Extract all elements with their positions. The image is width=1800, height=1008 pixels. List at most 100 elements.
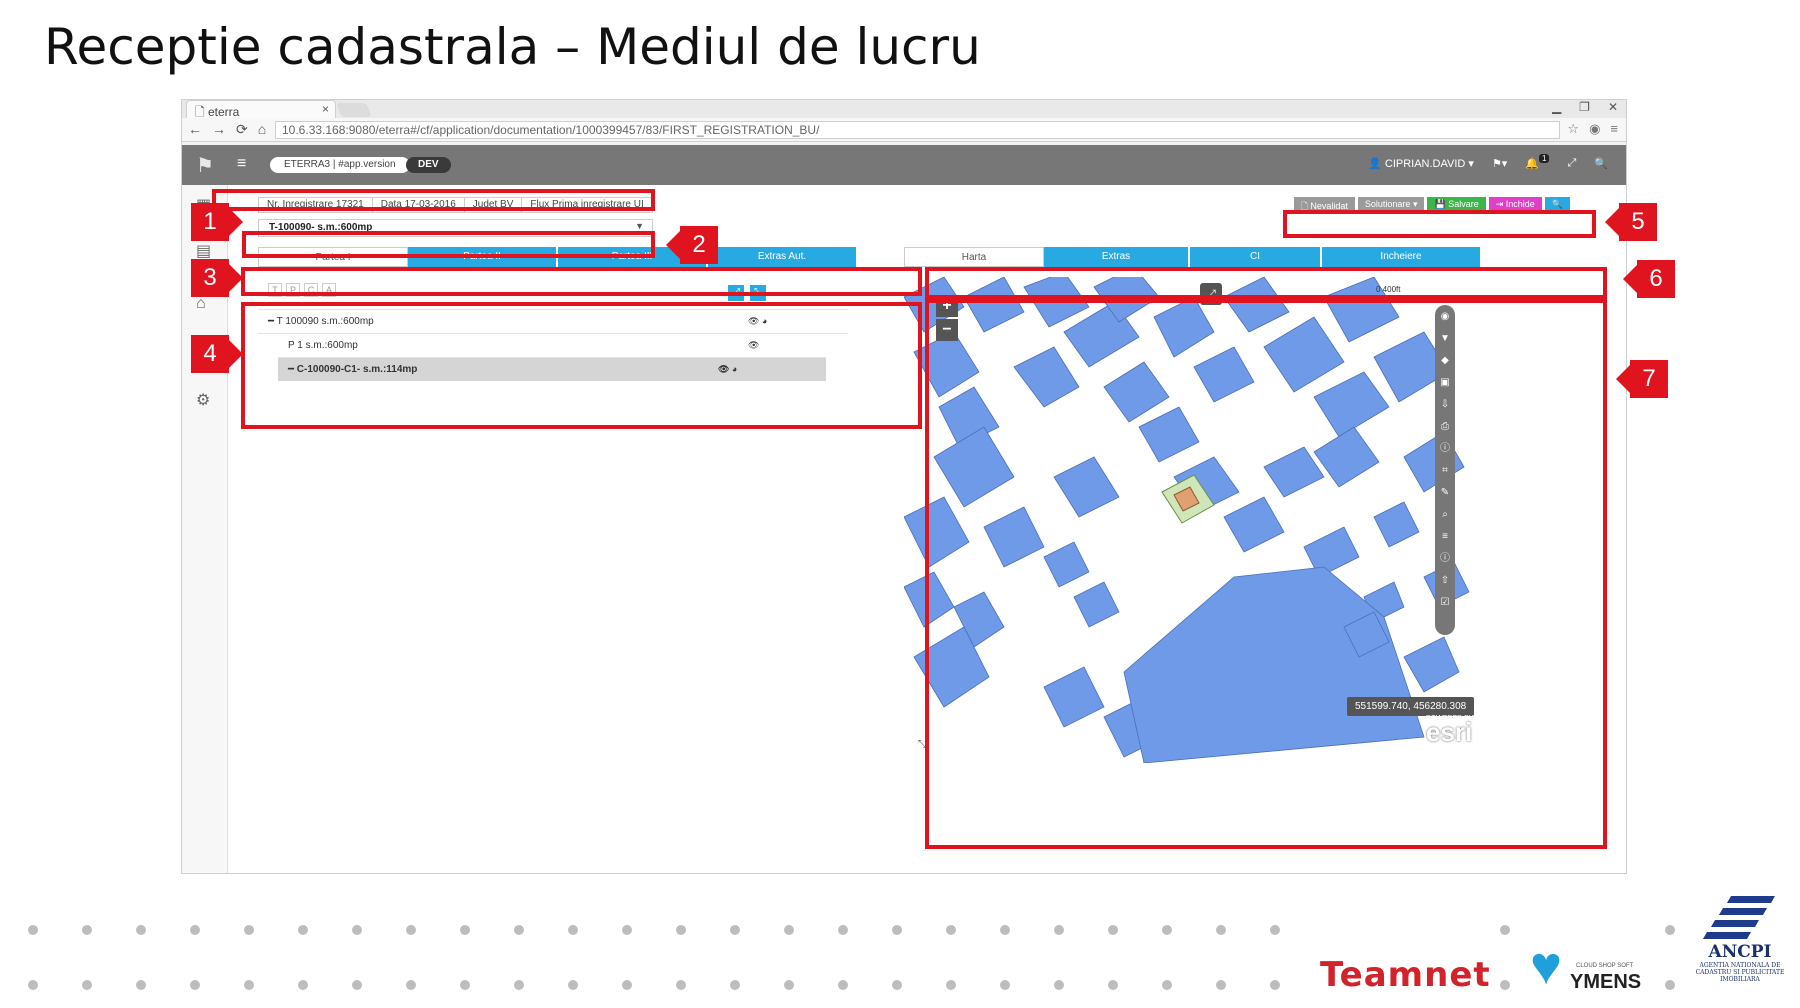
header-search-icon[interactable]: 🔍	[1594, 157, 1608, 170]
decorative-dot	[622, 980, 632, 990]
decorative-dot	[784, 925, 794, 935]
decorative-dot	[28, 980, 38, 990]
forward-icon[interactable]: →	[212, 121, 226, 138]
user-menu[interactable]: 👤 CIPRIAN.DAVID ▾	[1368, 157, 1474, 170]
tab-page-icon: 🗋	[195, 105, 208, 119]
tab-incheiere[interactable]: Incheiere	[1322, 247, 1482, 267]
new-tab-button[interactable]	[336, 103, 372, 117]
dev-badge: DEV	[406, 157, 451, 173]
browser-menu-icon[interactable]: ≡	[1610, 121, 1618, 137]
rail-grid-icon[interactable]: ▤	[196, 241, 211, 261]
url-input[interactable]: 10.6.33.168:9080/eterra#/cf/application/…	[275, 121, 1560, 139]
decorative-dot	[190, 925, 200, 935]
decorative-dot	[82, 925, 92, 935]
ymens-name: YMENS	[1570, 971, 1642, 993]
close-window-button[interactable]: ✕	[1608, 100, 1618, 114]
notifications-bell-icon[interactable]: 🔔 1	[1525, 154, 1550, 170]
decorative-dot	[82, 980, 92, 990]
decorative-dot	[298, 980, 308, 990]
decorative-dot	[568, 980, 578, 990]
decorative-dot	[460, 925, 470, 935]
callout-5: 5	[1605, 203, 1657, 241]
ancpi-name: ANCPI	[1708, 942, 1772, 962]
expand-icon[interactable]: ⤢	[1567, 157, 1576, 170]
tab-title: eterra	[207, 105, 240, 119]
notification-count: 1	[1539, 154, 1550, 163]
callout-4: 4	[191, 335, 243, 373]
browser-tabbar: 🗋 eterra × ▁ ❐ ✕	[182, 100, 1626, 119]
decorative-dot	[514, 925, 524, 935]
language-flag-icon[interactable]: ⚑▾	[1492, 157, 1507, 170]
annotation-box-1	[212, 189, 655, 211]
decorative-dot	[352, 980, 362, 990]
app-logo-icon[interactable]: ⚑	[196, 153, 214, 178]
annotation-box-6	[925, 267, 1607, 299]
browser-tab[interactable]: 🗋 eterra ×	[186, 100, 336, 119]
decorative-dot	[622, 925, 632, 935]
ancpi-subtitle: AGENTIA NATIONALA DE CADASTRU SI PUBLICI…	[1695, 962, 1785, 983]
callout-1: 1	[191, 203, 243, 241]
callout-6: 6	[1623, 260, 1675, 298]
ymens-heart-icon: ♥	[1530, 936, 1563, 996]
annotation-box-7	[925, 299, 1607, 849]
decorative-dot	[730, 980, 740, 990]
decorative-dot	[568, 925, 578, 935]
tab-extras[interactable]: Extras	[1044, 247, 1190, 267]
decorative-dot	[838, 980, 848, 990]
decorative-dot	[946, 980, 956, 990]
back-icon[interactable]: ←	[188, 121, 202, 138]
decorative-dot	[892, 980, 902, 990]
decorative-dot	[352, 925, 362, 935]
decorative-dot	[298, 925, 308, 935]
view-tabs: Harta Extras CI Incheiere	[904, 247, 1504, 267]
annotation-box-4	[241, 302, 922, 429]
decorative-dot	[1000, 980, 1010, 990]
decorative-dots-row-1	[28, 925, 1675, 935]
slide-title: Receptie cadastrala – Mediul de lucru	[44, 18, 981, 76]
decorative-dot	[892, 925, 902, 935]
decorative-dot	[244, 980, 254, 990]
decorative-dots-row-2	[28, 980, 1675, 990]
decorative-dot	[784, 980, 794, 990]
decorative-dot	[244, 925, 254, 935]
home-icon[interactable]: ⌂	[258, 121, 266, 138]
tab-ci[interactable]: CI	[1190, 247, 1322, 267]
decorative-dot	[1000, 925, 1010, 935]
tab-harta[interactable]: Harta	[904, 247, 1044, 267]
teamnet-logo: Teamnet	[1320, 955, 1491, 995]
annotation-box-2	[242, 231, 655, 258]
bookmark-star-icon[interactable]: ☆	[1567, 121, 1579, 137]
decorative-dot	[1216, 925, 1226, 935]
decorative-dot	[28, 925, 38, 935]
tab-extras-aut[interactable]: Extras Aut.	[708, 247, 858, 267]
decorative-dot	[1665, 980, 1675, 990]
tab-close-icon[interactable]: ×	[322, 102, 329, 116]
decorative-dot	[1108, 980, 1118, 990]
decorative-dot	[1216, 980, 1226, 990]
decorative-dot	[1162, 980, 1172, 990]
ymens-sub-label: CLOUD SHOP SOFT	[1576, 963, 1634, 969]
annotation-box-3	[241, 267, 922, 296]
decorative-dot	[838, 925, 848, 935]
window-controls: ▁ ❐ ✕	[1552, 100, 1618, 114]
user-name: CIPRIAN.DAVID ▾	[1384, 158, 1474, 170]
decorative-dot	[676, 925, 686, 935]
extension-icon[interactable]: ◉	[1589, 121, 1600, 137]
close-button-label: Inchide	[1505, 199, 1535, 209]
ancpi-logo: ANCPI AGENTIA NATIONALA DE CADASTRU SI P…	[1690, 892, 1790, 983]
decorative-dot	[1054, 980, 1064, 990]
rail-tools-icon[interactable]: ⚙	[196, 390, 210, 410]
maximize-button[interactable]: ❐	[1579, 100, 1590, 114]
decorative-dot	[406, 980, 416, 990]
decorative-dot	[190, 980, 200, 990]
decorative-dot	[1162, 925, 1172, 935]
reload-icon[interactable]: ⟳	[236, 121, 248, 138]
rail-home-icon[interactable]: ⌂	[196, 295, 206, 313]
decorative-dot	[514, 980, 524, 990]
decorative-dot	[1270, 925, 1280, 935]
callout-7: 7	[1616, 360, 1668, 398]
menu-toggle-icon[interactable]: ≡	[237, 155, 246, 173]
decorative-dot	[730, 925, 740, 935]
minimize-button[interactable]: ▁	[1552, 100, 1561, 114]
decorative-dot	[1500, 980, 1510, 990]
